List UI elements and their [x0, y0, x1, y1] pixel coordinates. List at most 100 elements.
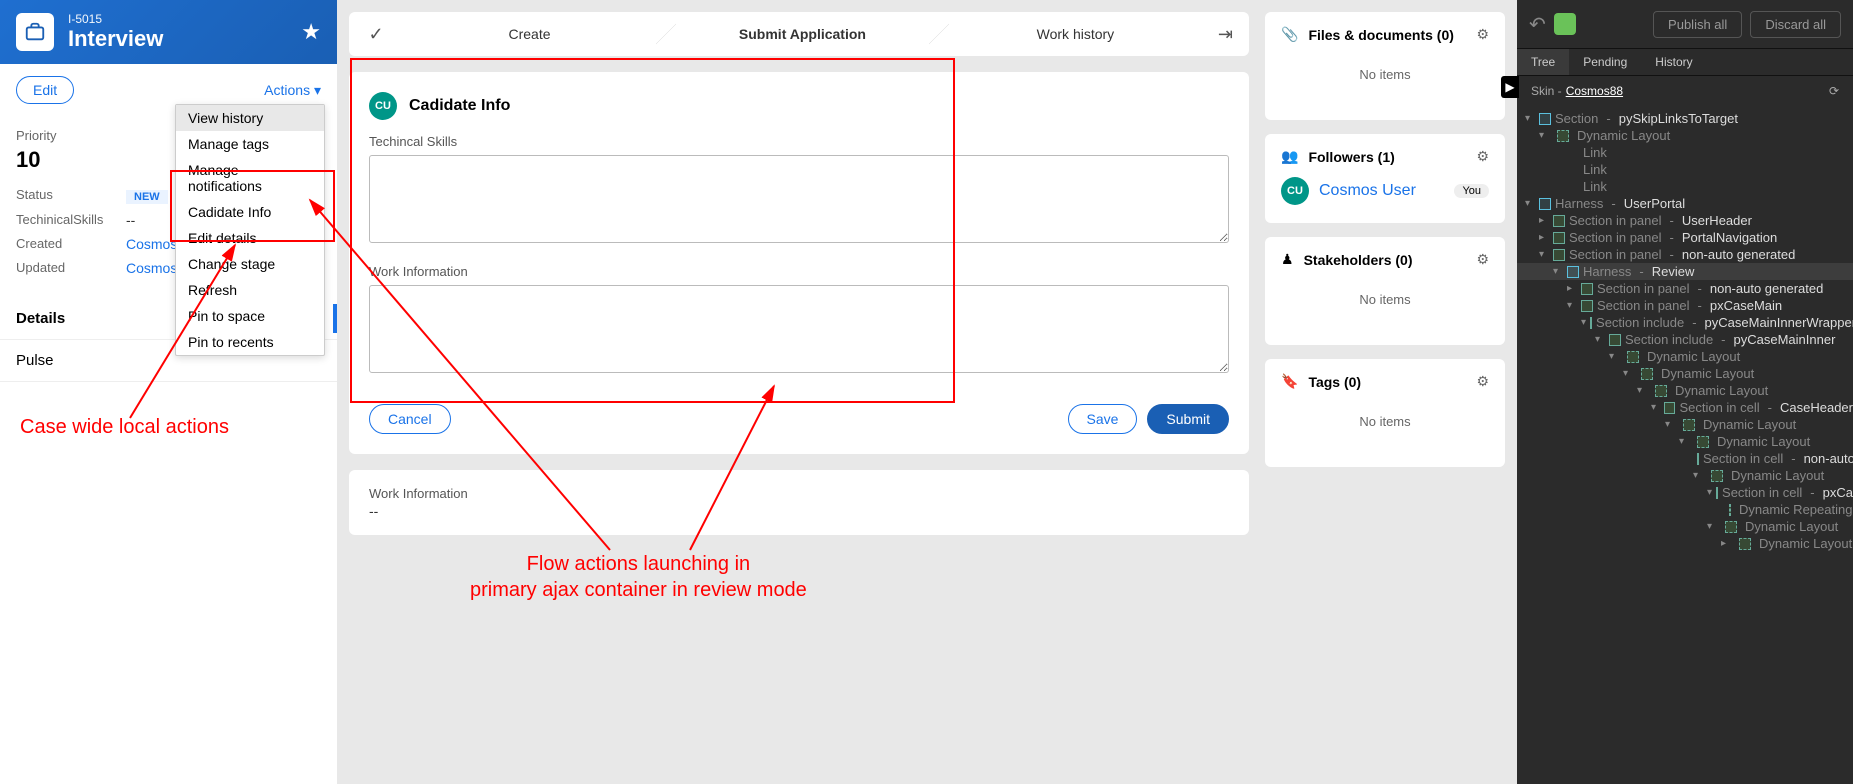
collapse-caret-icon[interactable]: ▶ [1501, 76, 1519, 98]
discard-all-button[interactable]: Discard all [1750, 11, 1841, 38]
annotation-text-1: Case wide local actions [20, 416, 229, 439]
tree-node[interactable]: Link [1517, 144, 1853, 161]
dev-tab-history[interactable]: History [1641, 49, 1706, 75]
stage-submit[interactable]: Submit Application [666, 26, 939, 42]
tree-node[interactable]: ▾ Section include-pyCaseMainInnerWrapper [1517, 314, 1853, 331]
menu-manage-tags[interactable]: Manage tags [176, 131, 324, 157]
work-info-card-label: Work Information [369, 486, 1229, 501]
inspector-icon[interactable] [1554, 13, 1576, 35]
techskills-value: -- [126, 212, 135, 228]
followers-title: Followers (1) [1308, 149, 1394, 165]
tree-node[interactable]: ▾ Section in panel-non-auto generated [1517, 246, 1853, 263]
exit-icon[interactable]: ⇥ [1212, 24, 1239, 45]
skin-link[interactable]: Cosmos88 [1566, 84, 1623, 98]
actions-menu-trigger[interactable]: Actions ▾ [264, 82, 321, 99]
status-badge: NEW [126, 190, 168, 204]
tech-skills-input[interactable] [369, 155, 1229, 243]
followers-card: 👥 Followers (1) ⚙ CU Cosmos User You [1265, 134, 1505, 223]
dev-tab-tree[interactable]: Tree [1517, 49, 1569, 75]
tree-node[interactable]: ▾ Dynamic Layout [1517, 433, 1853, 450]
paperclip-icon: 📎 [1281, 26, 1298, 43]
tree-node[interactable]: ▸ Section in panel-UserHeader [1517, 212, 1853, 229]
tree-node[interactable]: ▾ Harness-Review [1517, 263, 1853, 280]
menu-edit-details[interactable]: Edit details [176, 225, 324, 251]
tree-node[interactable]: ▾ Dynamic Layout [1517, 348, 1853, 365]
actions-menu: View history Manage tags Manage notifica… [175, 104, 325, 356]
menu-refresh[interactable]: Refresh [176, 277, 324, 303]
tree-node[interactable]: ▾ Dynamic Layout [1517, 127, 1853, 144]
updated-label: Updated [16, 260, 126, 276]
dev-tree[interactable]: ▾ Section-pySkipLinksToTarget▾ Dynamic L… [1517, 106, 1853, 784]
case-title: Interview [68, 26, 163, 52]
stakeholders-card: ♟ Stakeholders (0) ⚙ No items [1265, 237, 1505, 345]
work-info-input[interactable] [369, 285, 1229, 373]
priority-label: Priority [16, 128, 126, 143]
tree-node[interactable]: Link [1517, 161, 1853, 178]
cancel-button[interactable]: Cancel [369, 404, 451, 434]
tree-node[interactable]: ▸ Dynamic Layout [1517, 535, 1853, 552]
stakeholders-title: Stakeholders (0) [1304, 252, 1413, 268]
tree-node[interactable]: ▾ Section in panel-pxCaseMain [1517, 297, 1853, 314]
tree-node[interactable]: ▾ Dynamic Layout [1517, 416, 1853, 433]
tree-node[interactable]: ▾ Section in cell-CaseHeader [1517, 399, 1853, 416]
tree-node[interactable]: ▾ Section in cell-pxCaseBreadcrumbs [1517, 484, 1853, 501]
stakeholder-icon: ♟ [1281, 251, 1294, 268]
tree-node[interactable]: ▾ Harness-UserPortal [1517, 195, 1853, 212]
tags-title: Tags (0) [1308, 374, 1361, 390]
menu-change-stage[interactable]: Change stage [176, 251, 324, 277]
you-pill: You [1454, 184, 1489, 198]
edit-button[interactable]: Edit [16, 76, 74, 104]
stakeholders-empty: No items [1281, 268, 1489, 331]
tags-card: 🔖 Tags (0) ⚙ No items [1265, 359, 1505, 467]
tree-node[interactable]: Section in cell-non-auto generated [1517, 450, 1853, 467]
created-label: Created [16, 236, 126, 252]
tree-node[interactable]: Dynamic Repeating Layout [1517, 501, 1853, 518]
tree-node[interactable]: ▸ Section in panel-PortalNavigation [1517, 229, 1853, 246]
stage-bar: ✓ Create Submit Application Work history… [349, 12, 1249, 56]
files-card: 📎 Files & documents (0) ⚙ No items [1265, 12, 1505, 120]
menu-pin-recents[interactable]: Pin to recents [176, 329, 324, 355]
dev-toolbar: ↶ Publish all Discard all [1517, 0, 1853, 48]
work-info-card: Work Information -- [349, 470, 1249, 535]
stage-create[interactable]: Create [393, 26, 666, 42]
star-icon[interactable]: ★ [301, 19, 321, 45]
tree-node[interactable]: ▸ Section in panel-non-auto generated [1517, 280, 1853, 297]
dev-panel: ↶ Publish all Discard all Tree Pending H… [1517, 0, 1853, 784]
tech-skills-label: Techincal Skills [369, 134, 1229, 149]
tree-node[interactable]: ▾ Dynamic Layout [1517, 518, 1853, 535]
undo-icon[interactable]: ↶ [1529, 12, 1546, 37]
avatar-cu: CU [369, 92, 397, 120]
menu-candidate-info[interactable]: Cadidate Info [176, 199, 324, 225]
gear-icon[interactable]: ⚙ [1476, 373, 1489, 390]
gear-icon[interactable]: ⚙ [1476, 148, 1489, 165]
refresh-icon[interactable]: ⟳ [1829, 84, 1839, 98]
status-label: Status [16, 187, 126, 204]
tree-node[interactable]: ▾ Dynamic Layout [1517, 467, 1853, 484]
tree-node[interactable]: ▾ Dynamic Layout [1517, 365, 1853, 382]
case-id: I-5015 [68, 12, 163, 26]
files-title: Files & documents (0) [1308, 27, 1453, 43]
tree-node[interactable]: ▾ Section-pySkipLinksToTarget [1517, 110, 1853, 127]
gear-icon[interactable]: ⚙ [1476, 26, 1489, 43]
dev-tabs: Tree Pending History [1517, 48, 1853, 76]
work-info-label: Work Information [369, 264, 1229, 279]
dev-skin-row: Skin -Cosmos88 ⟳ [1517, 76, 1853, 106]
tags-empty: No items [1281, 390, 1489, 453]
dev-tab-pending[interactable]: Pending [1569, 49, 1641, 75]
tree-node[interactable]: ▾ Dynamic Layout [1517, 382, 1853, 399]
briefcase-icon [16, 13, 54, 51]
menu-pin-space[interactable]: Pin to space [176, 303, 324, 329]
menu-view-history[interactable]: View history [176, 105, 324, 131]
gear-icon[interactable]: ⚙ [1476, 251, 1489, 268]
tree-node[interactable]: ▾ Section include-pyCaseMainInner [1517, 331, 1853, 348]
menu-manage-notifications[interactable]: Manage notifications [176, 157, 324, 199]
submit-button[interactable]: Submit [1147, 404, 1229, 434]
tree-node[interactable]: Link [1517, 178, 1853, 195]
form-title: Cadidate Info [409, 97, 510, 115]
stage-work-history[interactable]: Work history [939, 26, 1212, 42]
annotation-text-2: Flow actions launching inprimary ajax co… [470, 551, 807, 603]
follower-name[interactable]: Cosmos User [1319, 182, 1416, 200]
save-button[interactable]: Save [1068, 404, 1138, 434]
publish-all-button[interactable]: Publish all [1653, 11, 1742, 38]
files-empty: No items [1281, 43, 1489, 106]
